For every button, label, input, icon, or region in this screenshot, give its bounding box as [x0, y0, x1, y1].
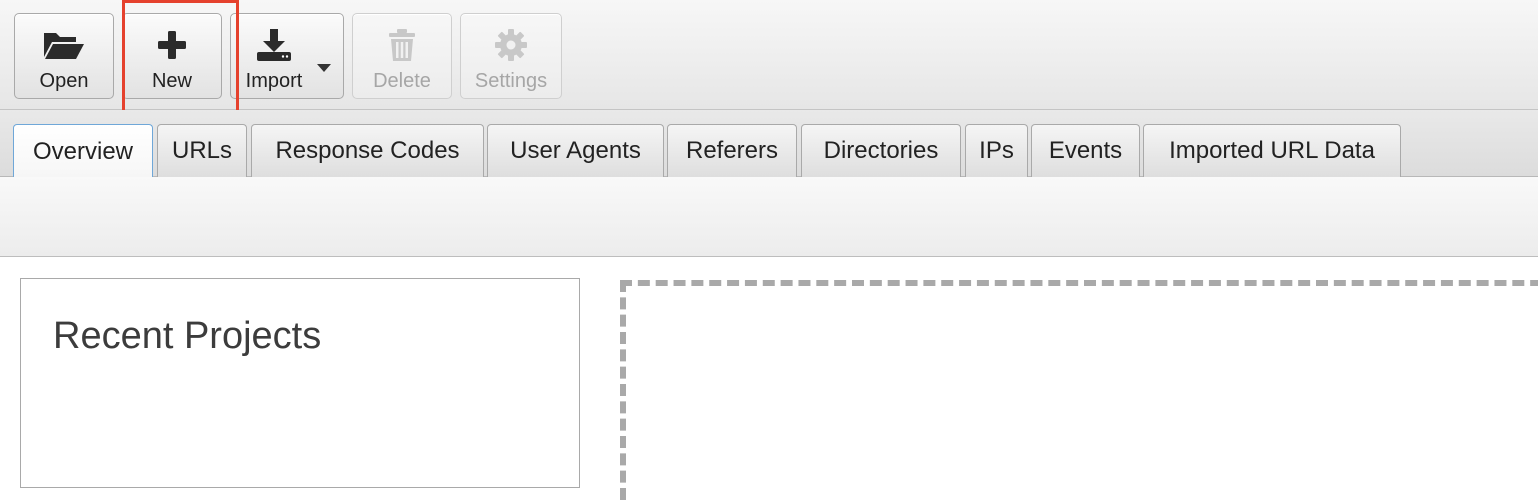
tab-events[interactable]: Events	[1031, 124, 1140, 177]
new-button[interactable]: New	[122, 13, 222, 99]
import-button[interactable]: Import	[230, 13, 344, 99]
tab-referers[interactable]: Referers	[667, 124, 797, 177]
download-icon	[241, 28, 307, 62]
recent-projects-panel: Recent Projects	[20, 278, 580, 488]
tab-overview[interactable]: Overview	[13, 124, 153, 178]
tab-directories[interactable]: Directories	[801, 124, 961, 177]
trash-icon	[353, 28, 451, 62]
folder-open-icon	[15, 28, 113, 62]
delete-button[interactable]: Delete	[352, 13, 452, 99]
toolbar: Open New Import Delete Settings	[0, 0, 1538, 127]
plus-icon	[123, 28, 221, 62]
tab-imported-url-data[interactable]: Imported URL Data	[1143, 124, 1401, 177]
overview-header-band	[0, 177, 1538, 257]
drop-zone-panel[interactable]	[620, 280, 1538, 500]
import-button-label: Import	[245, 70, 303, 92]
open-button[interactable]: Open	[14, 13, 114, 99]
tab-user-agents[interactable]: User Agents	[487, 124, 664, 177]
tab-ips[interactable]: IPs	[965, 124, 1028, 177]
delete-button-label: Delete	[373, 70, 431, 92]
settings-button-label: Settings	[474, 70, 548, 92]
tab-bar: Overview URLs Response Codes User Agents…	[0, 110, 1538, 178]
tab-response-codes[interactable]: Response Codes	[251, 124, 484, 177]
open-button-label: Open	[39, 70, 89, 92]
tab-urls[interactable]: URLs	[157, 124, 247, 177]
gear-icon	[461, 28, 561, 62]
recent-projects-title: Recent Projects	[53, 315, 322, 357]
settings-button[interactable]: Settings	[460, 13, 562, 99]
new-button-label: New	[151, 70, 192, 92]
chevron-down-icon[interactable]	[317, 64, 331, 72]
